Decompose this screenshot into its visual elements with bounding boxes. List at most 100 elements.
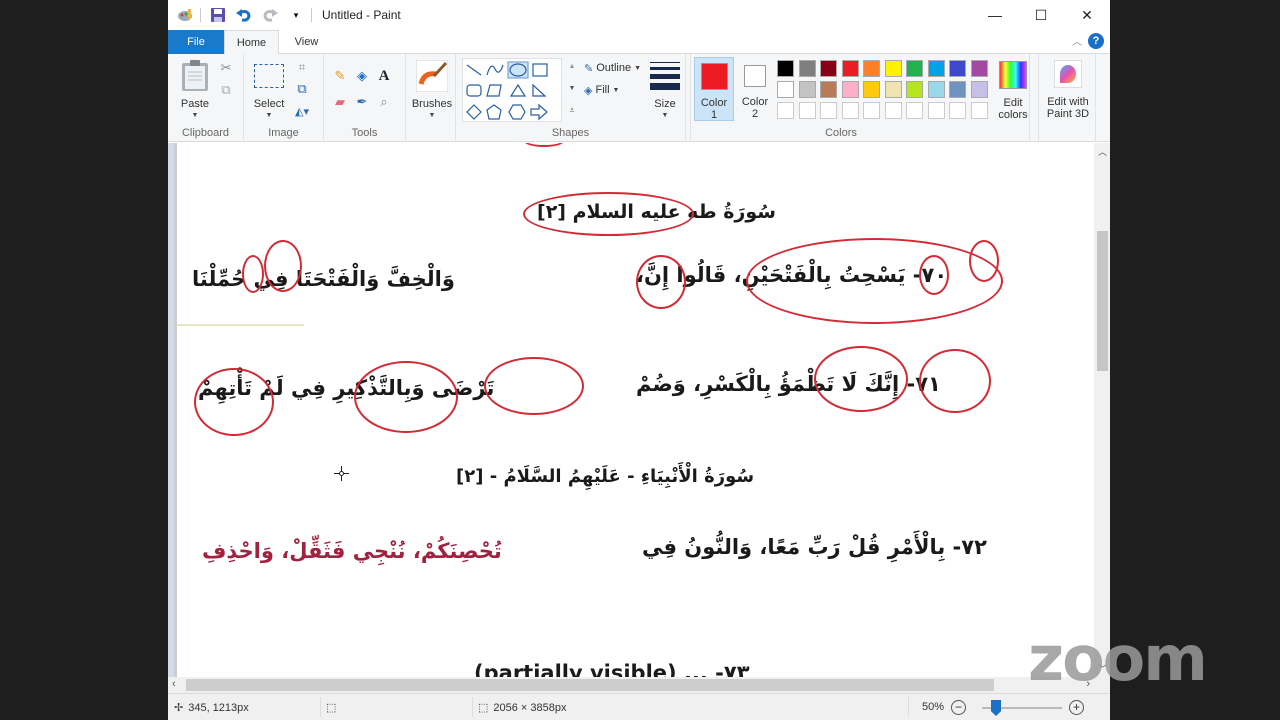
divider — [311, 8, 312, 22]
chevron-down-icon: ▼ — [428, 112, 436, 119]
outline-dropdown[interactable]: ✎ Outline ▼ — [584, 60, 641, 76]
custom-color-slot[interactable] — [927, 102, 945, 119]
edit-colors-label-1: Edit — [1003, 97, 1023, 109]
selection-rectangle-icon — [254, 64, 284, 88]
zoom-out-button[interactable]: − — [951, 700, 966, 715]
red-ellipse-annotation — [194, 368, 274, 436]
divider — [472, 697, 473, 717]
shapes-scroll-up-icon[interactable]: ▲ — [564, 58, 580, 74]
colors-group: Edit colors Colors — [690, 54, 1030, 142]
maximize-button[interactable]: ☐ — [1018, 0, 1064, 30]
color-swatch[interactable] — [906, 81, 923, 98]
custom-color-slot[interactable] — [863, 102, 880, 119]
custom-color-slot[interactable] — [820, 102, 837, 119]
color-swatch[interactable] — [884, 81, 902, 98]
edit-with-paint3d-button[interactable]: Edit with Paint 3D — [1041, 58, 1095, 122]
color-swatch[interactable] — [798, 60, 816, 77]
color-swatch[interactable] — [863, 81, 880, 98]
help-icon[interactable]: ? — [1088, 33, 1104, 49]
edit-colors-button[interactable]: Edit colors — [993, 58, 1033, 122]
magnifier-icon[interactable]: ⌕ — [376, 94, 392, 110]
red-ellipse-annotation — [919, 255, 949, 295]
custom-color-slot[interactable] — [906, 102, 923, 119]
scroll-up-icon[interactable]: ︿ — [1098, 145, 1107, 158]
tools-group: ✎ ◈ A ▰ ✒ ⌕ Tools — [324, 54, 406, 142]
crop-icon[interactable]: ⌗ — [294, 59, 310, 75]
ribbon-tabs: File Home View ︿ ? — [168, 30, 1110, 55]
tab-file[interactable]: File — [168, 30, 224, 54]
horizontal-scroll-thumb[interactable] — [186, 679, 994, 691]
divider — [320, 697, 321, 717]
color-swatch[interactable] — [863, 60, 880, 77]
color-swatch[interactable] — [949, 81, 966, 98]
paint-window: ▾ Untitled - Paint — ☐ ✕ File Home View … — [168, 0, 1110, 720]
paste-label: Paste — [180, 98, 210, 110]
fill-bucket-icon[interactable]: ◈ — [354, 68, 370, 84]
shapes-expand-icon[interactable]: ⩡ — [564, 102, 580, 118]
zoom-level: 50% — [922, 701, 945, 713]
pencil-icon[interactable]: ✎ — [332, 68, 348, 84]
custom-color-slot[interactable] — [777, 102, 794, 119]
color-swatch[interactable] — [777, 81, 794, 98]
fill-dropdown[interactable]: ◈ Fill ▼ — [584, 82, 619, 98]
red-ellipse-annotation — [969, 240, 999, 282]
paint-app-icon[interactable] — [176, 6, 194, 24]
size-button[interactable]: Size ▼ — [644, 58, 686, 120]
close-button[interactable]: ✕ — [1064, 0, 1110, 30]
save-icon[interactable] — [209, 6, 227, 24]
canvas[interactable]: سُورَةُ طه عليه السلام [٢] ٧٠- يَسْحِتُ … — [174, 143, 1094, 677]
title-bar: ▾ Untitled - Paint — ☐ ✕ — [168, 0, 1110, 30]
custom-color-slot[interactable] — [970, 102, 988, 119]
color-swatch[interactable] — [927, 60, 945, 77]
select-button[interactable]: Select ▼ — [250, 58, 288, 120]
tab-home[interactable]: Home — [224, 30, 279, 55]
color-swatch[interactable] — [820, 81, 837, 98]
zoom-slider-thumb[interactable] — [991, 700, 1001, 716]
faint-line — [174, 324, 304, 326]
customize-toolbar-icon[interactable]: ▾ — [287, 6, 305, 24]
ribbon: Paste ▼ ✂ ⧉ Clipboard Select ▼ ⌗ ⧉ ◭▾ Im… — [168, 54, 1110, 142]
color-swatch[interactable] — [820, 60, 837, 77]
resize-icon[interactable]: ⧉ — [294, 81, 310, 97]
red-ellipse-annotation — [636, 255, 686, 309]
color-swatch[interactable] — [841, 60, 859, 77]
text-tool-icon[interactable]: A — [376, 68, 392, 84]
rotate-icon[interactable]: ◭▾ — [294, 103, 310, 119]
color-swatch[interactable] — [927, 81, 945, 98]
color-swatch[interactable] — [970, 81, 988, 98]
custom-color-slot[interactable] — [841, 102, 859, 119]
select-label: Select — [253, 98, 285, 110]
vertical-scrollbar[interactable]: ︿ ﹀ — [1094, 143, 1110, 677]
redo-icon[interactable] — [261, 6, 279, 24]
paste-button[interactable]: Paste ▼ — [176, 58, 214, 120]
collapse-ribbon-icon[interactable]: ︿ — [1072, 33, 1082, 48]
outline-icon: ✎ — [584, 62, 594, 75]
color-picker-icon[interactable]: ✒ — [354, 94, 370, 110]
color-swatch[interactable] — [884, 60, 902, 77]
minimize-button[interactable]: — — [972, 0, 1018, 30]
tab-view[interactable]: View — [279, 30, 334, 54]
custom-color-slot[interactable] — [949, 102, 966, 119]
color-swatch[interactable] — [906, 60, 923, 77]
color-swatch[interactable] — [949, 60, 966, 77]
chevron-down-icon: ▼ — [661, 112, 669, 119]
custom-color-slot[interactable] — [884, 102, 902, 119]
clipboard-group-label: Clipboard — [181, 127, 230, 139]
paint3d-group: Edit with Paint 3D — [1038, 54, 1096, 142]
color-swatch[interactable] — [970, 60, 988, 77]
vertical-scroll-thumb[interactable] — [1097, 231, 1108, 371]
zoom-in-button[interactable]: + — [1069, 700, 1084, 715]
horizontal-scrollbar[interactable]: ‹ › — [168, 677, 1110, 693]
color-swatch[interactable] — [777, 60, 794, 77]
shapes-scroll-down-icon[interactable]: ▼ — [564, 80, 580, 96]
color-swatch[interactable] — [798, 81, 816, 98]
copy-icon[interactable]: ⧉ — [218, 82, 234, 98]
undo-icon[interactable] — [235, 6, 253, 24]
eraser-icon[interactable]: ▰ — [332, 94, 348, 110]
custom-color-slot[interactable] — [798, 102, 816, 119]
color-swatch[interactable] — [841, 81, 859, 98]
scroll-left-icon[interactable]: ‹ — [172, 678, 176, 690]
brush-icon — [416, 60, 448, 92]
brushes-button[interactable]: Brushes ▼ — [410, 58, 454, 120]
cut-icon[interactable]: ✂ — [218, 60, 234, 76]
